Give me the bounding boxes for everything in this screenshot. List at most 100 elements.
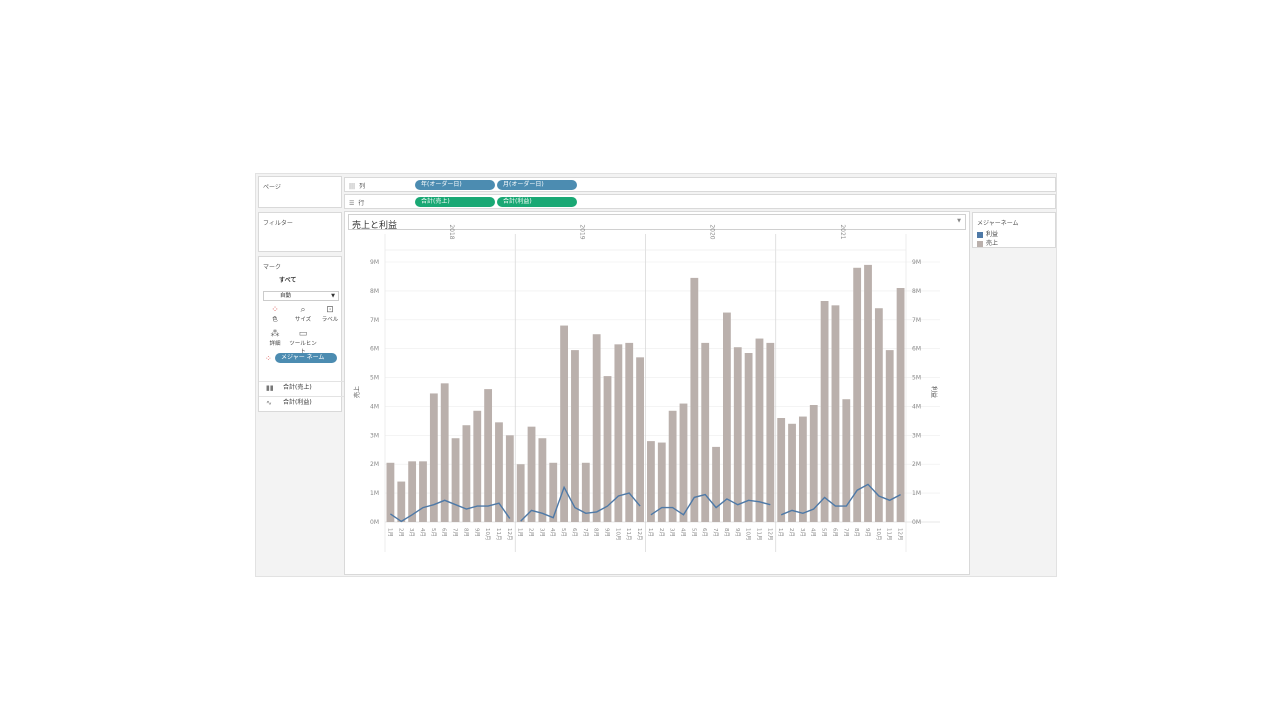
y-tick-right: 3M — [912, 432, 921, 439]
bar-sales — [831, 305, 840, 522]
row-pill-profit[interactable]: 合計(利益) — [497, 197, 577, 207]
color-button-label: 色 — [272, 317, 278, 323]
month-tick: 9月 — [864, 528, 871, 537]
year-header: 2021 — [839, 224, 846, 239]
measure-names-pill[interactable]: メジャー ネーム — [275, 353, 337, 363]
month-tick: 2月 — [528, 528, 535, 537]
month-tick: 2月 — [788, 528, 795, 537]
month-tick: 11月 — [495, 528, 502, 541]
y-tick-right: 7M — [912, 317, 921, 324]
month-tick: 7月 — [582, 528, 589, 537]
bar-sales — [636, 357, 644, 522]
y-tick-left: 0M — [370, 519, 379, 526]
chevron-down-icon: ▼ — [331, 293, 335, 299]
month-tick: 8月 — [853, 528, 860, 537]
month-tick: 4月 — [419, 528, 426, 537]
bar-sales — [809, 405, 818, 522]
month-tick: 10月 — [484, 528, 491, 541]
column-pill-year[interactable]: 年(オーダー日) — [415, 180, 495, 190]
bar-sales — [592, 334, 601, 522]
bar-sales — [473, 410, 482, 522]
month-tick: 9月 — [734, 528, 741, 537]
bar-sales — [516, 464, 525, 522]
tooltip-icon: ▭ — [298, 329, 308, 339]
legend-card: メジャーネーム 利益 売上 — [972, 212, 1056, 248]
month-tick: 11月 — [886, 528, 893, 541]
columns-icon: ||| — [349, 183, 356, 190]
month-tick: 7月 — [712, 528, 719, 537]
marks-all-label[interactable]: すべて — [279, 275, 296, 284]
month-tick: 6月 — [571, 528, 578, 537]
y-tick-left: 2M — [370, 461, 379, 468]
measure-names-color-icon: ⁘ — [265, 354, 272, 363]
month-tick: 5月 — [430, 528, 437, 537]
bar-sales — [668, 410, 677, 522]
column-pill-month[interactable]: 月(オーダー日) — [497, 180, 577, 190]
year-header: 2018 — [448, 224, 455, 239]
detail-button-label: 詳細 — [269, 341, 281, 347]
bar-sales — [744, 353, 753, 522]
mark-type-dropdown[interactable]: 自動 ▼ — [263, 291, 339, 301]
month-tick: 2月 — [397, 528, 404, 537]
month-tick: 11月 — [755, 528, 762, 541]
bar-sales — [419, 461, 427, 522]
rows-shelf-label: 行 — [358, 200, 365, 207]
month-tick: 1月 — [517, 528, 524, 537]
label-button[interactable]: ⊡ ラベル — [319, 305, 341, 323]
legend-item-profit[interactable]: 利益 — [977, 229, 998, 238]
marks-card: マーク すべて 自動 ▼ ⁘ 色 ⌕ サイズ ⊡ ラベル ⁂ 詳細 ▭ ツールヒ… — [258, 256, 345, 412]
y-tick-left: 5M — [370, 375, 379, 382]
y-tick-left: 6M — [370, 346, 379, 353]
color-button[interactable]: ⁘ 色 — [263, 305, 287, 323]
marks-card-title: マーク — [263, 264, 282, 271]
bar-chart-icon: ▮▮ — [266, 384, 274, 392]
month-tick: 1月 — [647, 528, 654, 537]
bar-sales — [505, 435, 514, 522]
bar-sales — [484, 389, 493, 522]
measure-tab-sales[interactable]: ▮▮ 合計(売上) — [259, 381, 345, 394]
tooltip-button[interactable]: ▭ ツールヒント — [287, 329, 319, 355]
label-button-label: ラベル — [321, 317, 339, 323]
bar-sales — [820, 301, 829, 522]
month-tick: 6月 — [441, 528, 448, 537]
bar-sales — [549, 462, 558, 522]
legend-item-sales-label: 売上 — [986, 240, 999, 247]
rows-icon: ☰ — [349, 200, 355, 207]
month-tick: 11月 — [625, 528, 632, 541]
bar-sales — [429, 393, 438, 522]
bar-sales — [777, 418, 786, 522]
y-tick-right: 8M — [912, 288, 921, 295]
month-tick: 12月 — [636, 528, 643, 541]
legend-item-sales[interactable]: 売上 — [977, 238, 998, 247]
tableau-workspace: ページ ||| 列 年(オーダー日) 月(オーダー日) ☰ 行 合計(売上) 合計(… — [255, 173, 1057, 577]
bar-sales — [874, 308, 883, 522]
bar-sales — [571, 350, 579, 522]
mark-type-value: 自動 — [280, 293, 292, 299]
bar-sales — [527, 426, 536, 522]
month-tick: 4月 — [679, 528, 686, 537]
detail-button[interactable]: ⁂ 詳細 — [263, 329, 287, 347]
bar-sales — [538, 438, 547, 522]
measure-tab-profit[interactable]: ∿ 合計(利益) — [259, 396, 345, 409]
y-tick-right: 0M — [912, 519, 921, 526]
pages-card[interactable]: ページ — [258, 176, 342, 208]
bar-sales — [397, 481, 406, 522]
month-tick: 3月 — [799, 528, 806, 537]
legend-swatch-profit — [977, 231, 983, 238]
filters-card[interactable]: フィルター — [258, 212, 342, 252]
size-button[interactable]: ⌕ サイズ — [289, 305, 317, 323]
month-tick: 1月 — [777, 528, 784, 537]
y-tick-right: 2M — [912, 461, 921, 468]
columns-shelf[interactable]: ||| 列 年(オーダー日) 月(オーダー日) — [344, 177, 1056, 192]
bar-sales — [733, 347, 742, 522]
line-chart-icon: ∿ — [266, 399, 272, 407]
rows-shelf[interactable]: ☰ 行 合計(売上) 合計(利益) — [344, 194, 1056, 209]
month-tick: 1月 — [386, 528, 393, 537]
size-button-label: サイズ — [294, 317, 312, 323]
bar-sales — [722, 312, 731, 522]
row-pill-sales[interactable]: 合計(売上) — [415, 197, 495, 207]
month-tick: 7月 — [842, 528, 849, 537]
month-tick: 9月 — [473, 528, 480, 537]
bar-sales — [896, 288, 905, 522]
bar-sales — [798, 416, 807, 522]
